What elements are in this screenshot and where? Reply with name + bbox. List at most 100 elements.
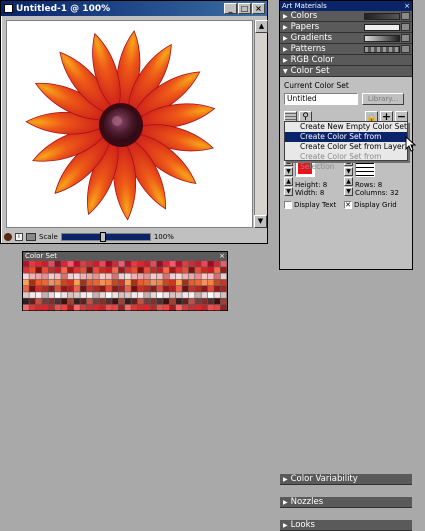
scale-slider[interactable] (60, 232, 151, 242)
color-swatch (169, 304, 176, 311)
scale-slider-thumb[interactable] (99, 232, 106, 242)
color-swatch (99, 273, 106, 280)
color-swatch (42, 261, 48, 267)
color-swatch (163, 279, 170, 286)
color-swatch (188, 304, 195, 311)
color-swatch (74, 292, 80, 298)
color-swatch (207, 273, 214, 280)
display-grid-checkbox[interactable]: ✕ (344, 201, 352, 209)
color-swatch (150, 304, 157, 311)
color-swatch (93, 261, 99, 267)
color-swatch (150, 279, 157, 286)
color-swatch (61, 279, 68, 286)
color-swatch (54, 261, 61, 267)
color-swatch (42, 267, 48, 273)
section-menu-icon[interactable] (401, 34, 410, 42)
display-text-checkbox[interactable] (284, 201, 292, 209)
color-swatch (86, 298, 93, 305)
color-swatch (144, 304, 150, 311)
width-up-icon[interactable]: ▲ (284, 177, 293, 186)
section-color-variability[interactable]: ▶ Color Variability (280, 474, 412, 485)
color-swatch (29, 261, 36, 267)
menu-item-create-from-selection: Create Color Set from Selection (300, 152, 382, 171)
paper-swatch (364, 24, 400, 31)
color-swatch (176, 267, 182, 273)
color-swatch (23, 286, 29, 292)
color-swatch (74, 273, 80, 280)
color-swatch (169, 279, 176, 286)
columns-up-icon[interactable]: ▲ (344, 177, 353, 186)
color-set-swatch-grid[interactable] (23, 261, 227, 311)
section-menu-icon[interactable] (401, 45, 410, 53)
section-looks[interactable]: ▶ Looks (280, 520, 412, 531)
section-gradients[interactable]: ▶ Gradients (280, 33, 412, 44)
color-swatch (163, 261, 170, 267)
color-set-close-icon[interactable]: × (219, 252, 225, 261)
color-swatch (118, 304, 125, 311)
scroll-up-icon[interactable]: ▲ (255, 20, 268, 33)
section-colors[interactable]: ▶ Colors (280, 11, 412, 22)
palette-close-icon[interactable]: × (404, 1, 410, 11)
palette-titlebar[interactable]: Art Materials × (280, 1, 412, 11)
scroll-down-icon[interactable]: ▼ (254, 215, 267, 228)
color-swatch (201, 273, 208, 280)
vertical-scrollbar[interactable]: ▲ ▼ (254, 20, 268, 228)
close-button[interactable]: × (252, 3, 265, 14)
section-patterns[interactable]: ▶ Patterns (280, 44, 412, 55)
current-color-set-label: Current Color Set (284, 81, 349, 90)
maximize-button[interactable]: □ (238, 3, 251, 14)
library-button[interactable]: Library... (362, 93, 404, 105)
menu-item-create-empty[interactable]: Create New Empty Color Set (285, 122, 407, 132)
display-grid-label: Display Grid (354, 201, 397, 209)
color-swatch (54, 304, 61, 311)
color-swatch (125, 267, 131, 273)
color-swatch (201, 292, 208, 298)
info-icon[interactable]: i (15, 233, 23, 241)
color-swatch (74, 267, 80, 273)
color-swatch (99, 267, 106, 273)
menu-item-create-from-image[interactable]: Create Color Set from Image (285, 132, 407, 151)
expand-arrow-icon: ▶ (283, 45, 288, 53)
color-swatch (188, 286, 195, 292)
width-down-icon[interactable]: ▼ (284, 187, 293, 196)
color-swatch (137, 286, 144, 292)
color-swatch (80, 273, 87, 280)
color-swatch (188, 273, 195, 280)
layer-icon[interactable] (4, 233, 12, 241)
section-papers[interactable]: ▶ Papers (280, 22, 412, 33)
section-label: RGB Color (290, 54, 334, 65)
section-label: Color Variability (290, 473, 358, 484)
color-swatch (195, 304, 201, 311)
rows-down-icon[interactable]: ▼ (344, 167, 353, 176)
color-swatch (150, 261, 157, 267)
color-swatch (42, 298, 48, 305)
color-swatch (182, 267, 189, 273)
expand-arrow-icon: ▶ (283, 34, 288, 42)
color-swatch (137, 261, 144, 267)
color-set-titlebar[interactable]: Color Set × (23, 252, 227, 261)
color-swatch (99, 279, 106, 286)
color-swatch (86, 286, 93, 292)
height-down-icon[interactable]: ▼ (284, 167, 293, 176)
color-swatch (131, 304, 138, 311)
color-swatch (137, 267, 144, 273)
tracing-icon[interactable] (26, 233, 36, 241)
color-swatch (207, 286, 214, 292)
section-menu-icon[interactable] (401, 12, 410, 20)
color-swatch (137, 279, 144, 286)
color-swatch (195, 267, 201, 273)
color-swatch (169, 273, 176, 280)
color-swatch (214, 273, 221, 280)
document-titlebar[interactable]: Untitled-1 @ 100% _ □ × (1, 1, 267, 16)
section-nozzles[interactable]: ▶ Nozzles (280, 497, 412, 508)
menu-item-create-from-layer[interactable]: Create Color Set from Layer (285, 142, 407, 152)
color-set-name-field[interactable]: Untitled (284, 93, 358, 105)
color-swatch (220, 292, 227, 298)
section-color-set[interactable]: ▼ Color Set (280, 66, 412, 77)
image-canvas[interactable] (6, 20, 253, 228)
columns-down-icon[interactable]: ▼ (344, 187, 353, 196)
section-menu-icon[interactable] (401, 23, 410, 31)
color-swatch (118, 267, 125, 273)
section-rgb-color[interactable]: ▶ RGB Color (280, 55, 412, 66)
minimize-button[interactable]: _ (224, 3, 237, 14)
